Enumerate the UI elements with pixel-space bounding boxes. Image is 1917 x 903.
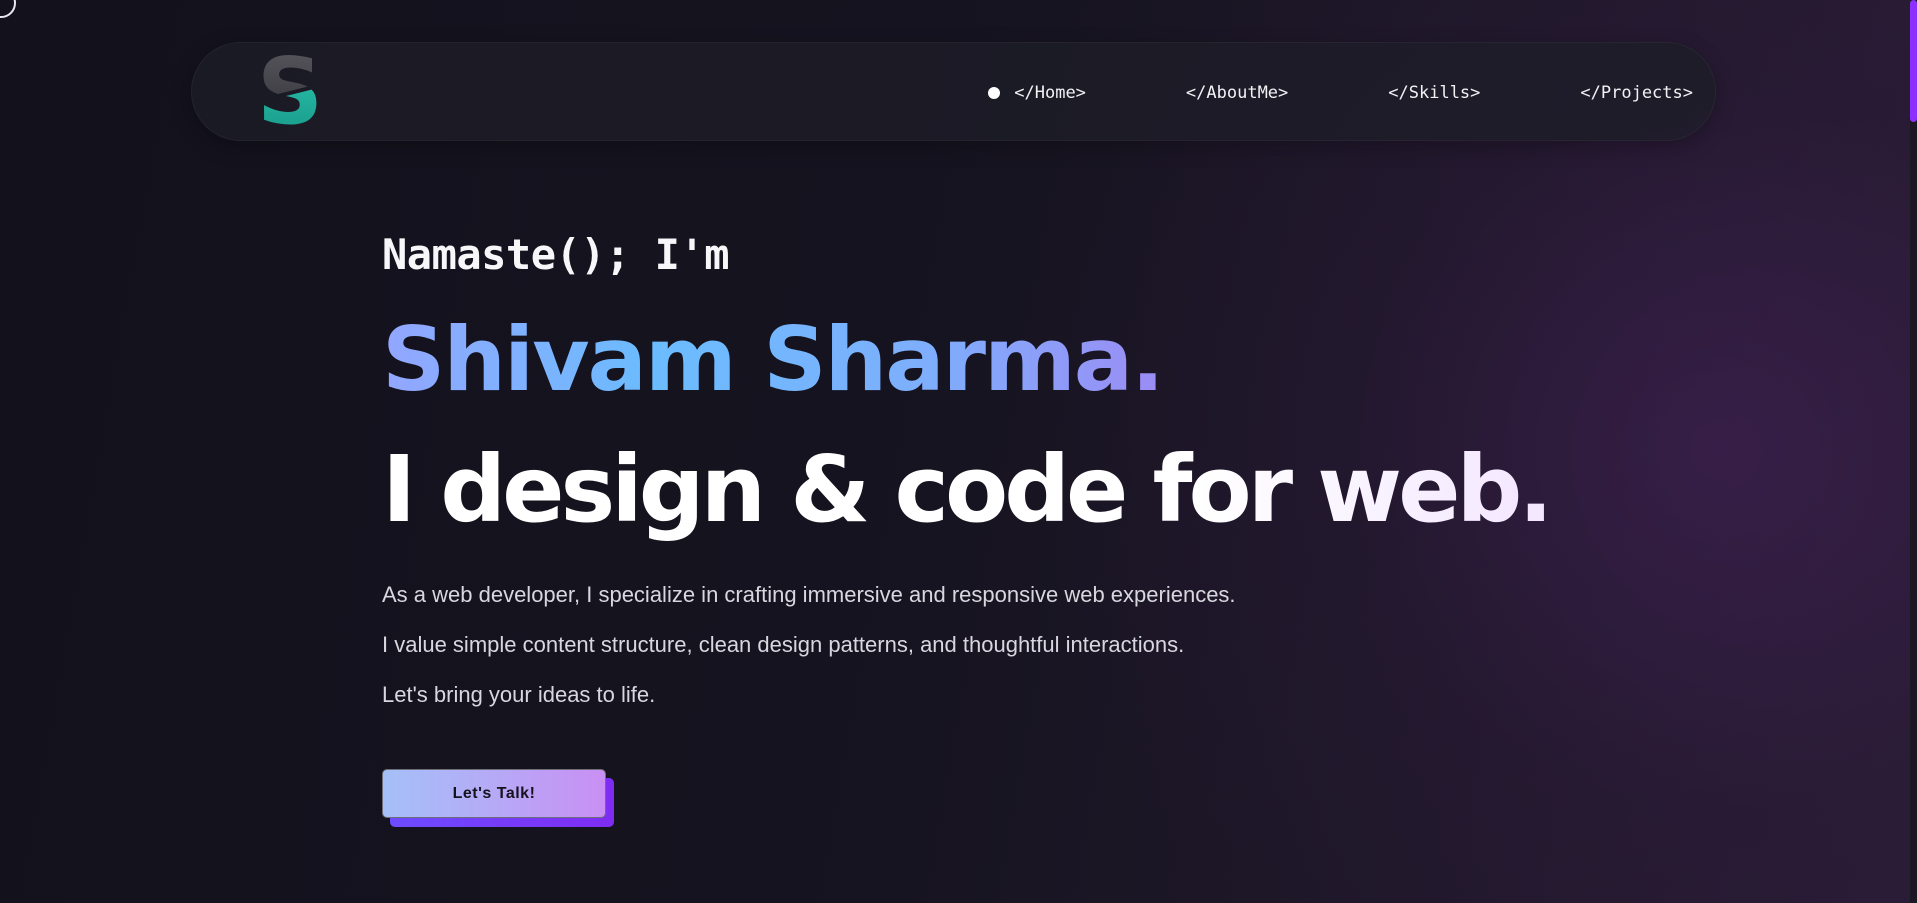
hero-description-line: As a web developer, I specialize in craf… bbox=[382, 582, 1236, 607]
hero-greeting: Namaste(); I'm bbox=[382, 230, 730, 279]
navbar: S S </Home> </AboutMe> </Skills> </Proje… bbox=[191, 42, 1716, 141]
active-dot-icon bbox=[988, 86, 1001, 99]
hero-name: Shivam Sharma. bbox=[382, 308, 1165, 411]
lets-talk-button[interactable]: Let's Talk! bbox=[382, 769, 606, 818]
cursor-ring bbox=[0, 0, 16, 18]
scrollbar-thumb[interactable] bbox=[1910, 0, 1917, 122]
nav-item-skills[interactable]: </Skills> bbox=[1388, 83, 1480, 103]
nav-item-home[interactable]: </Home> bbox=[988, 83, 1086, 103]
cta-wrapper: Let's Talk! bbox=[382, 769, 614, 827]
hero-description-line: Let's bring your ideas to life. bbox=[382, 682, 656, 707]
nav-item-label: </Skills> bbox=[1388, 82, 1481, 103]
nav-item-aboutme[interactable]: </AboutMe> bbox=[1186, 83, 1288, 103]
scrollbar-track[interactable] bbox=[1910, 0, 1917, 903]
nav-item-label: </AboutMe> bbox=[1185, 82, 1289, 103]
hero-tagline: I design & code for web. bbox=[382, 436, 1553, 543]
nav-links: </Home> </AboutMe> </Skills> </Projects> bbox=[988, 43, 1693, 142]
nav-item-label: </Home> bbox=[1014, 82, 1086, 103]
nav-item-projects[interactable]: </Projects> bbox=[1580, 83, 1693, 103]
hero-description-line: I value simple content structure, clean … bbox=[382, 632, 1185, 657]
nav-item-label: </Projects> bbox=[1580, 82, 1693, 103]
logo-icon[interactable]: S S bbox=[258, 53, 322, 129]
